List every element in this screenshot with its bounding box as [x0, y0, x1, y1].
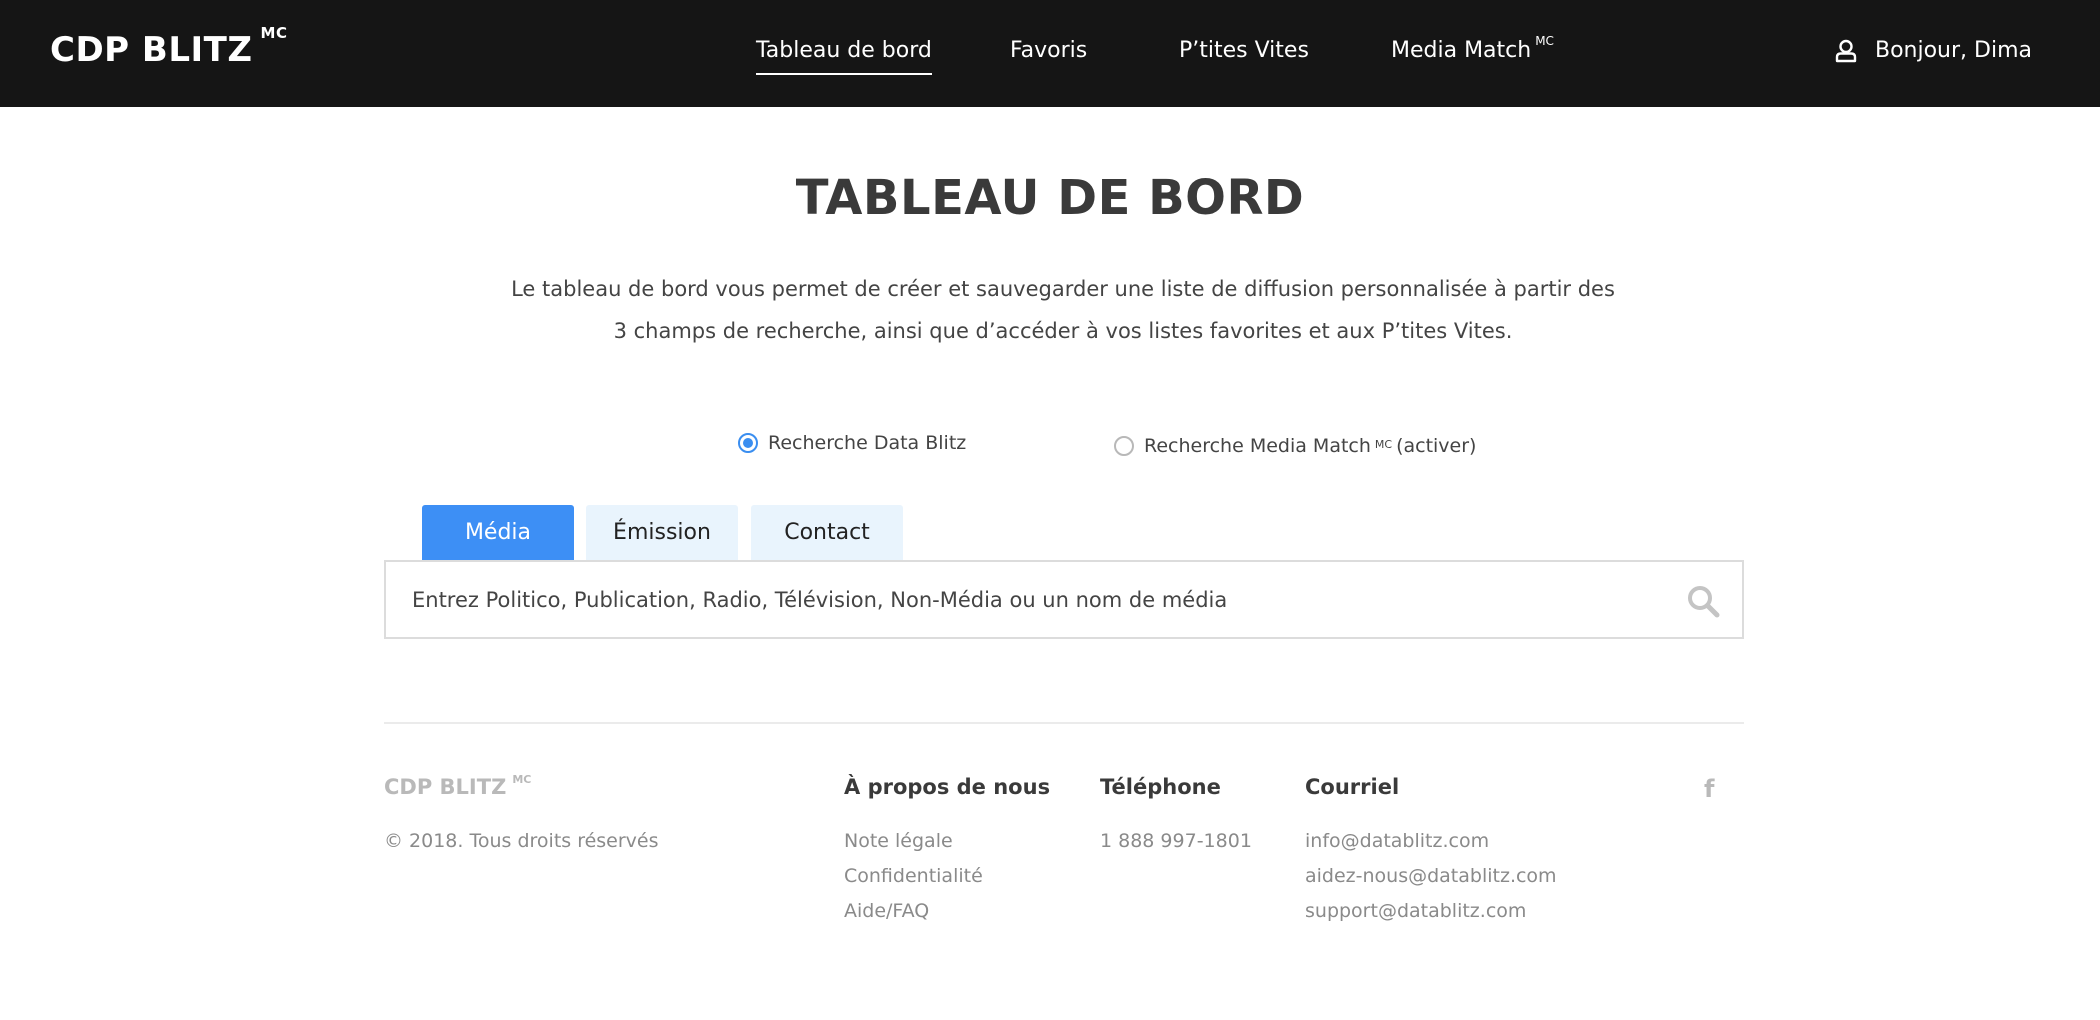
footer-phone-number: 1 888 997-1801: [1100, 830, 1252, 852]
footer-link-email-support[interactable]: support@datablitz.com: [1305, 900, 1526, 922]
tab-label: Émission: [613, 520, 711, 545]
footer-email-title: Courriel: [1305, 775, 1400, 799]
nav-label: P’tites Vites: [1179, 38, 1309, 63]
user-greeting: Bonjour, Dima: [1874, 38, 2032, 63]
footer-divider: [384, 722, 1744, 724]
nav-label: Favoris: [1010, 38, 1088, 63]
page-title: TABLEAU DE BORD: [795, 170, 1305, 226]
radio-activate-suffix: (activer): [1396, 435, 1477, 457]
nav-label: Media Match: [1391, 38, 1532, 63]
radio-recherche-data-blitz[interactable]: Recherche Data Blitz: [738, 432, 966, 454]
nav-label: Tableau de bord: [756, 38, 932, 63]
user-icon: [1835, 39, 1857, 62]
tab-media[interactable]: Média: [422, 505, 574, 560]
intro-line-1: Le tableau de bord vous permet de créer …: [511, 277, 1615, 301]
footer-link-confidentialite[interactable]: Confidentialité: [844, 865, 983, 887]
tab-label: Média: [464, 520, 532, 545]
footer-link-email-aidez-nous[interactable]: aidez-nous@datablitz.com: [1305, 865, 1557, 887]
footer-brand-trademark: MC: [512, 773, 532, 786]
nav-media-match[interactable]: Media Match MC: [1391, 34, 1554, 63]
intro-text: Le tableau de bord vous permet de créer …: [470, 268, 1656, 352]
footer-link-email-info[interactable]: info@datablitz.com: [1305, 830, 1489, 852]
footer-link-note-legale[interactable]: Note légale: [844, 830, 953, 852]
tab-contact[interactable]: Contact: [751, 505, 903, 560]
brand-trademark: MC: [260, 24, 288, 42]
radio-unselected-icon: [1114, 436, 1134, 456]
facebook-icon[interactable]: f: [1704, 775, 1714, 803]
tab-emission[interactable]: Émission: [586, 505, 738, 560]
footer-about-title: À propos de nous: [844, 775, 1051, 799]
nav-tableau-de-bord[interactable]: Tableau de bord: [756, 38, 932, 75]
user-menu[interactable]: Bonjour, Dima: [1835, 38, 2032, 63]
brand-name: CDP BLITZ: [50, 30, 253, 70]
radio-recherche-media-match[interactable]: Recherche Media Match MC (activer): [1114, 435, 1476, 457]
radio-trademark: MC: [1374, 437, 1393, 451]
tab-label: Contact: [784, 520, 870, 545]
footer-copyright: © 2018. Tous droits réservés: [384, 830, 659, 852]
brand-logo[interactable]: CDP BLITZ MC: [50, 24, 287, 70]
top-navigation-bar: CDP BLITZ MC Tableau de bord Favoris P’ti…: [0, 0, 2100, 107]
footer-brand-name: CDP BLITZ: [384, 775, 507, 799]
nav-ptites-vites[interactable]: P’tites Vites: [1179, 38, 1309, 63]
footer-phone-title: Téléphone: [1100, 775, 1221, 799]
radio-label: Recherche Data Blitz: [768, 432, 967, 454]
footer-brand: CDP BLITZ MC: [384, 773, 532, 799]
footer-link-aide-faq[interactable]: Aide/FAQ: [844, 900, 929, 922]
radio-selected-icon: [738, 433, 758, 453]
search-box: [384, 560, 1744, 639]
nav-favoris[interactable]: Favoris: [1010, 38, 1087, 63]
nav-trademark: MC: [1535, 34, 1554, 48]
intro-line-2: 3 champs de recherche, ainsi que d’accéd…: [613, 319, 1513, 343]
search-input[interactable]: [386, 562, 1656, 637]
radio-label: Recherche Media Match: [1144, 435, 1371, 457]
search-icon[interactable]: [1686, 584, 1720, 618]
